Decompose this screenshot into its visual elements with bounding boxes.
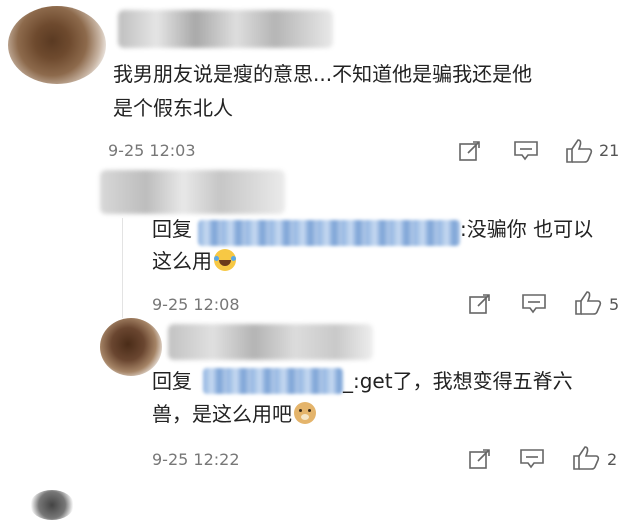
comment-text-line1: 我男朋友说是瘦的意思...不知道他是骗我还是他 — [113, 62, 533, 86]
like-count: 5 — [609, 295, 620, 314]
reply-text-suffix: _:get了，我想变得五脊六 — [343, 369, 573, 393]
reply-text-line1: 回复 — [152, 216, 192, 243]
reply-timestamp: 9-25 12:08 — [152, 295, 240, 314]
reply-line2-text: 这么用 — [152, 249, 212, 273]
comment-text-line2: 是个假东北人 — [113, 96, 233, 120]
thumbs-up-icon[interactable] — [574, 290, 602, 316]
avatar[interactable] — [8, 6, 106, 84]
avatar[interactable] — [30, 490, 74, 520]
reply-text-line2: 这么用 — [152, 248, 236, 275]
thumbs-up-icon[interactable] — [572, 445, 600, 471]
share-icon[interactable] — [458, 140, 482, 162]
comment-icon[interactable] — [513, 140, 539, 162]
username-redacted[interactable] — [100, 170, 285, 214]
reply-text-line2: 兽，是这么用吧 — [152, 401, 316, 428]
reply-text-suffix: :没骗你 也可以 — [460, 217, 594, 241]
reply-thread-line — [122, 218, 123, 318]
reply-prefix: 回复 — [152, 217, 192, 241]
like-count: 2 — [607, 450, 618, 469]
share-icon[interactable] — [468, 293, 492, 315]
thumbs-up-icon[interactable] — [565, 138, 593, 164]
like-count: 21 — [599, 141, 620, 160]
reply-line2-text: 兽，是这么用吧 — [152, 402, 292, 426]
username-redacted[interactable] — [118, 10, 333, 48]
reply-timestamp: 9-25 12:22 — [152, 450, 240, 469]
username-redacted[interactable] — [168, 324, 373, 360]
mentioned-user-redacted[interactable] — [198, 220, 460, 246]
comment-timestamp: 9-25 12:03 — [108, 141, 196, 160]
reply-prefix: 回复 — [152, 369, 192, 393]
comment-icon[interactable] — [519, 448, 545, 470]
laughing-tears-emoji — [214, 249, 236, 271]
mentioned-user-redacted[interactable] — [203, 368, 343, 394]
doge-emoji — [294, 402, 316, 424]
comment-icon[interactable] — [521, 293, 547, 315]
reply-text-line1: 回复 — [152, 368, 192, 395]
share-icon[interactable] — [468, 448, 492, 470]
